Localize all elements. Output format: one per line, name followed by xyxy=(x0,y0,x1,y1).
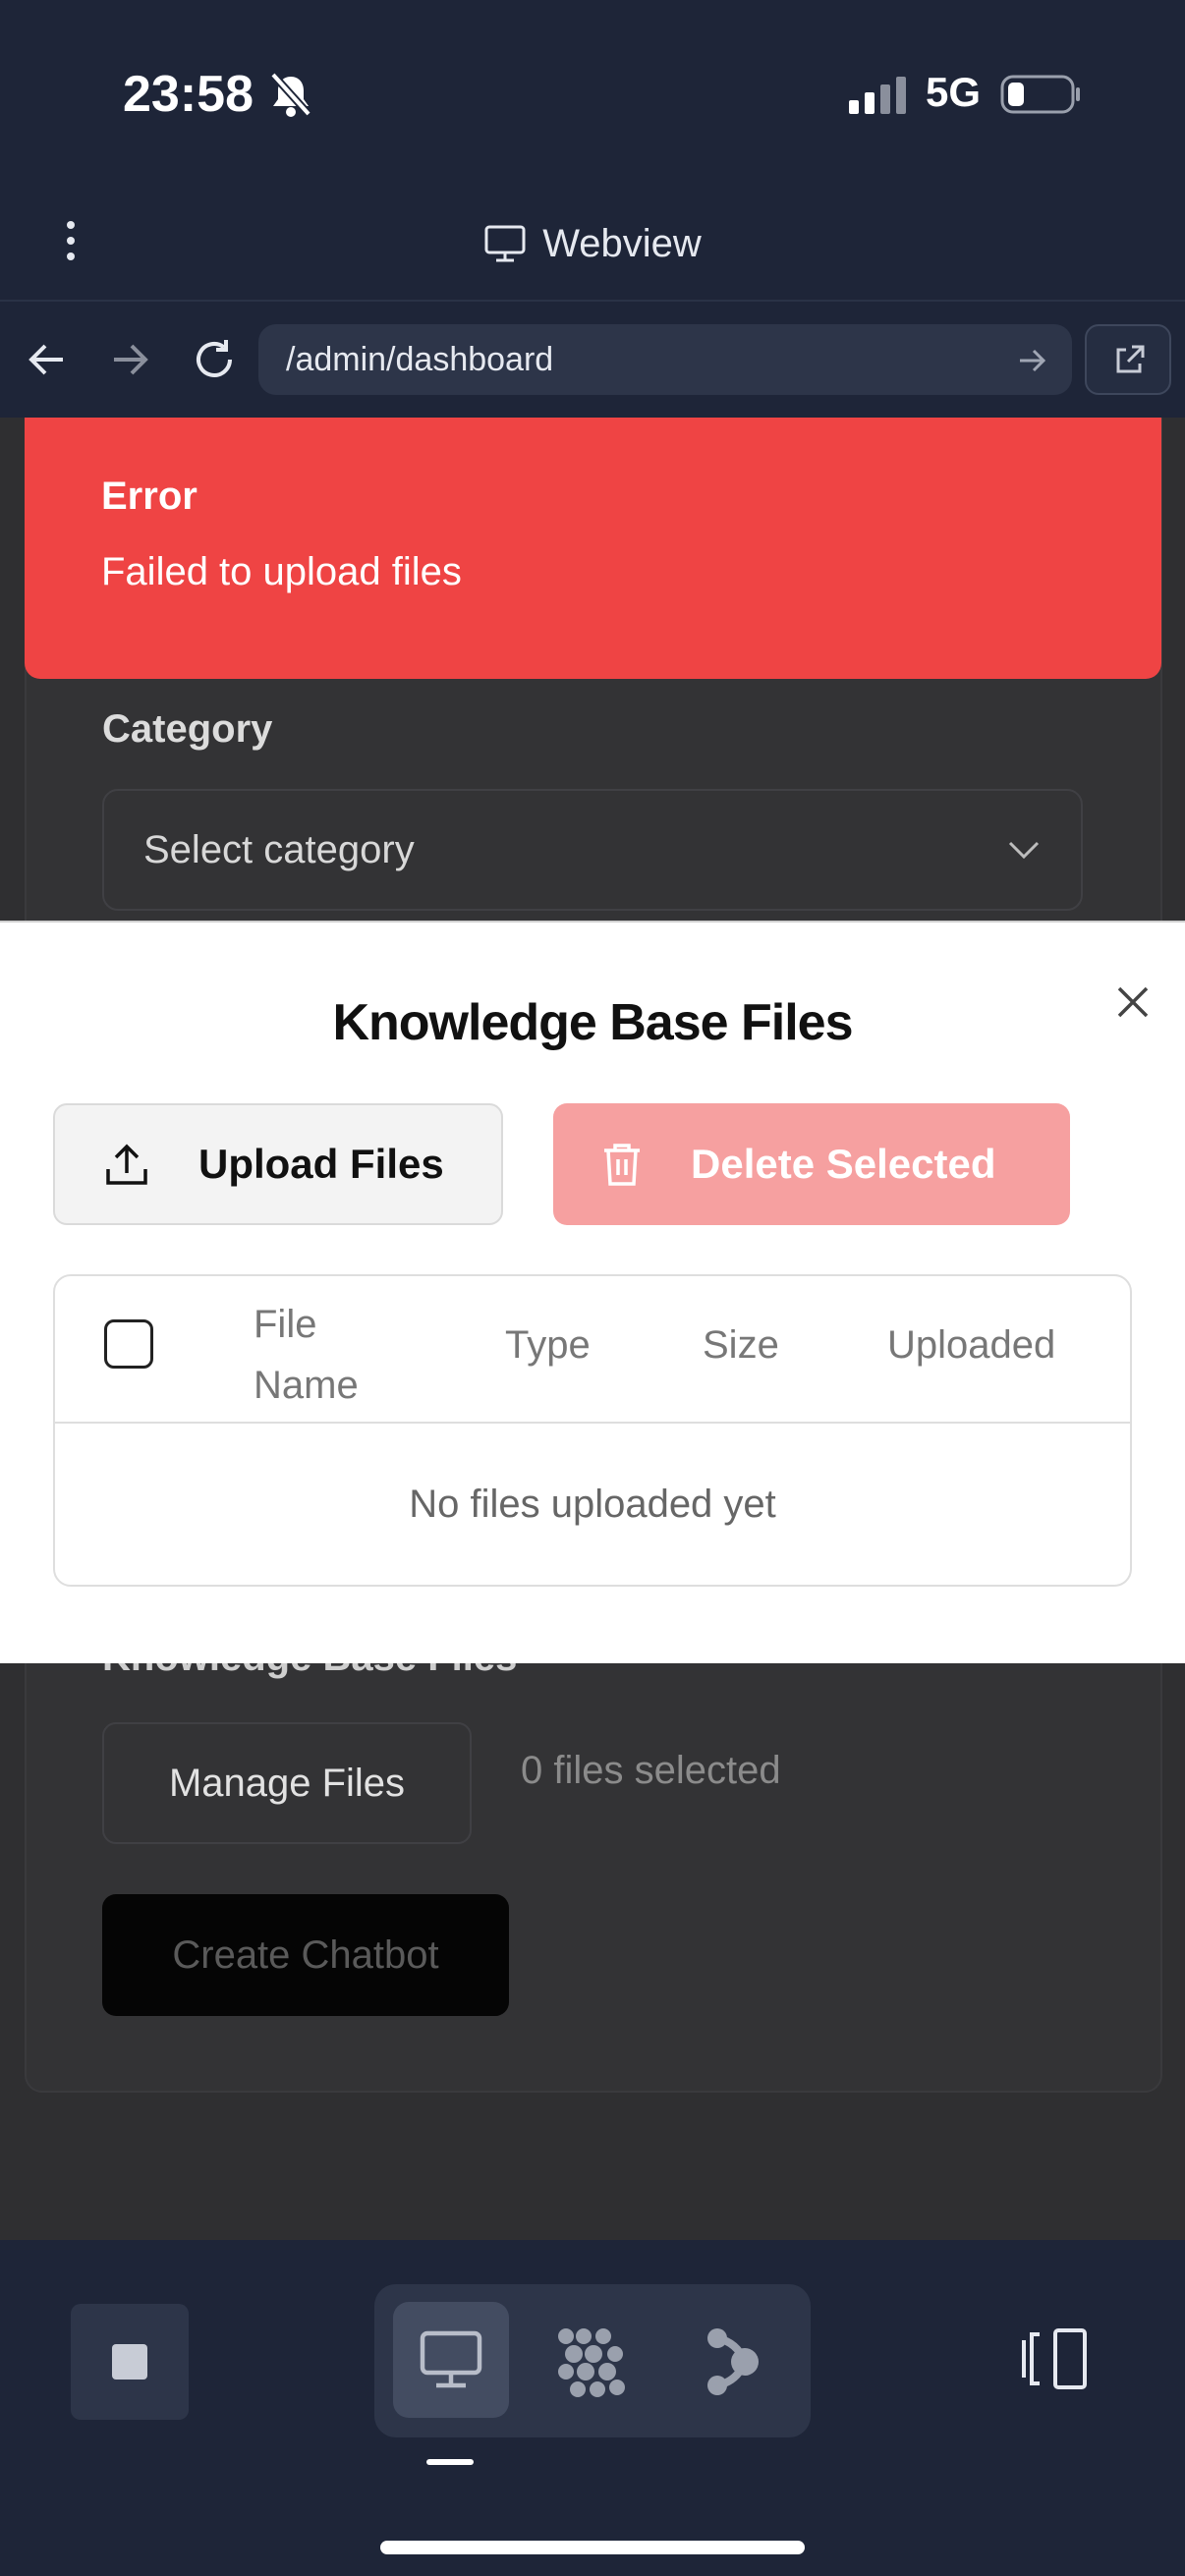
table-header: File Name Type Size Uploaded xyxy=(55,1276,1130,1424)
toast-title: Error xyxy=(101,475,198,518)
column-file-name[interactable]: File Name xyxy=(254,1294,401,1416)
column-uploaded[interactable]: Uploaded xyxy=(887,1323,1055,1368)
stop-icon xyxy=(112,2344,147,2380)
external-link-icon xyxy=(1112,344,1146,377)
select-all-checkbox[interactable] xyxy=(104,1319,153,1369)
flow-icon[interactable] xyxy=(704,2324,764,2399)
close-icon[interactable] xyxy=(1112,981,1154,1023)
go-arrow-icon[interactable] xyxy=(1017,346,1046,375)
manage-files-button[interactable]: Manage Files xyxy=(102,1722,472,1844)
dots-grid-icon[interactable] xyxy=(554,2324,629,2399)
open-external-button[interactable] xyxy=(1085,324,1171,395)
upload-icon xyxy=(104,1142,149,1187)
forward-arrow-icon[interactable] xyxy=(108,338,151,381)
category-select[interactable]: Select category xyxy=(102,789,1083,911)
status-bar: 23:58 5G xyxy=(0,0,1185,187)
bell-slash-icon xyxy=(269,71,312,118)
modal-title: Knowledge Base Files xyxy=(332,994,853,1051)
monitor-view-button[interactable] xyxy=(393,2302,509,2418)
url-text: /admin/dashboard xyxy=(286,340,554,378)
signal-icon xyxy=(847,75,908,114)
split-view-icon[interactable] xyxy=(1018,2326,1091,2391)
upload-files-button[interactable]: Upload Files xyxy=(53,1103,503,1225)
column-type[interactable]: Type xyxy=(505,1323,591,1368)
trash-icon xyxy=(602,1142,642,1187)
webview-title-label: Webview xyxy=(542,221,702,265)
active-tab-indicator xyxy=(426,2459,474,2465)
category-placeholder: Select category xyxy=(143,827,415,871)
delete-selected-label: Delete Selected xyxy=(691,1141,996,1187)
monitor-icon xyxy=(483,224,527,263)
clock: 23:58 xyxy=(123,66,254,123)
error-toast: Error Failed to upload files xyxy=(25,418,1161,679)
delete-selected-button[interactable]: Delete Selected xyxy=(553,1103,1070,1225)
back-arrow-icon[interactable] xyxy=(26,338,69,381)
empty-state: No files uploaded yet xyxy=(409,1482,776,1526)
reload-icon[interactable] xyxy=(191,336,238,383)
upload-files-label: Upload Files xyxy=(198,1141,444,1187)
toast-message: Failed to upload files xyxy=(101,550,462,593)
webview-title: Webview xyxy=(0,196,1185,291)
monitor-icon xyxy=(419,2329,483,2390)
column-size[interactable]: Size xyxy=(703,1323,779,1368)
network-label: 5G xyxy=(926,69,982,115)
files-selected-count: 0 files selected xyxy=(521,1749,781,1792)
create-chatbot-button[interactable]: Create Chatbot xyxy=(102,1894,509,2016)
knowledge-base-modal: Knowledge Base Files Upload Files Delete… xyxy=(0,921,1185,1663)
home-indicator xyxy=(380,2541,805,2554)
url-field[interactable]: /admin/dashboard xyxy=(258,324,1072,395)
category-label: Category xyxy=(102,707,273,751)
files-table: File Name Type Size Uploaded No files up… xyxy=(53,1274,1132,1587)
chevron-down-icon xyxy=(1006,838,1042,862)
battery-icon xyxy=(1000,75,1081,114)
